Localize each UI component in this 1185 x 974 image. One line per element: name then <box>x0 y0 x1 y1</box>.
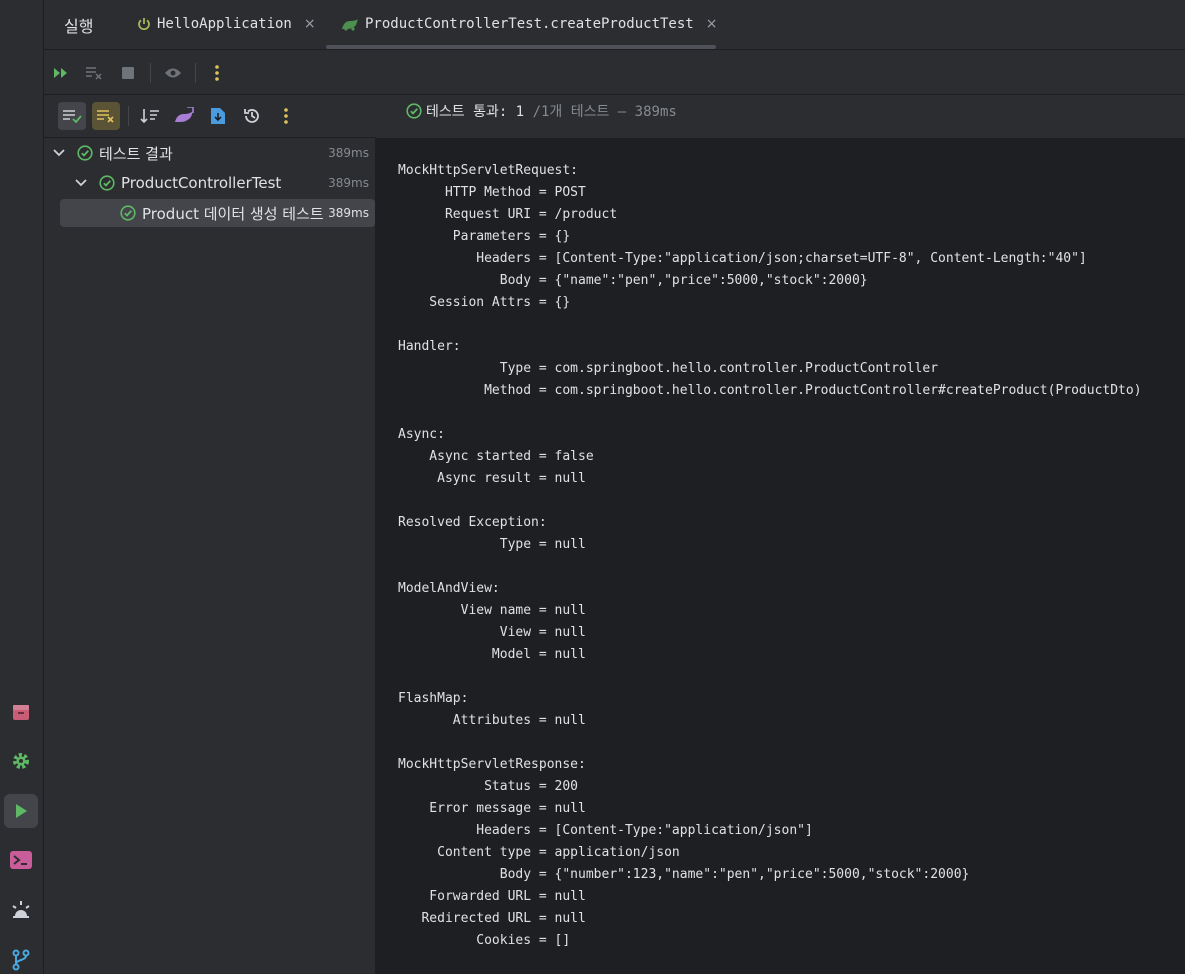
console-line: Handler: <box>398 339 461 354</box>
eye-icon[interactable] <box>161 61 185 85</box>
close-icon[interactable]: × <box>706 16 718 32</box>
console-line: Type = null <box>398 537 586 552</box>
import-tests-icon[interactable] <box>170 102 198 130</box>
show-ignored-icon[interactable] <box>92 102 120 130</box>
console-line: View = null <box>398 625 586 640</box>
tree-node-duration: 389ms <box>328 176 369 190</box>
tree-node-root[interactable]: 테스트 결과 389ms <box>44 139 375 167</box>
more-icon[interactable] <box>205 61 229 85</box>
tab-label: ProductControllerTest.createProductTest <box>365 16 694 32</box>
problems-icon[interactable] <box>4 893 38 927</box>
console-line: Async: <box>398 427 445 442</box>
test-tree-toolbar <box>44 96 376 138</box>
archive-icon[interactable] <box>4 695 38 729</box>
run-toolbar <box>44 51 1185 95</box>
tree-node-label: Product 데이터 생성 테스트 <box>142 204 324 223</box>
console-line: Async started = false <box>398 449 594 464</box>
console-line: Async result = null <box>398 471 586 486</box>
console-line: MockHttpServletResponse: <box>398 757 586 772</box>
console-line: Headers = [Content-Type:"application/jso… <box>398 251 1087 266</box>
test-results-tree: 테스트 결과 389ms ProductControllerTest 389ms… <box>44 138 376 974</box>
tree-node-duration: 389ms <box>328 206 369 220</box>
check-circle-icon <box>120 205 136 221</box>
export-tests-icon[interactable] <box>204 102 232 130</box>
tab-label: HelloApplication <box>157 16 292 32</box>
status-detail: /1개 테스트 – 389ms <box>532 104 677 120</box>
tab-hello-application[interactable]: HelloApplication × <box>137 13 316 35</box>
rerun-failed-icon[interactable] <box>82 61 106 85</box>
git-icon[interactable] <box>4 943 38 974</box>
console-line: ModelAndView: <box>398 581 500 596</box>
tree-node-label: ProductControllerTest <box>121 174 282 192</box>
status-passed-count: 테스트 통과: 1 <box>426 104 525 120</box>
test-status: 테스트 통과: 1 /1개 테스트 – 389ms <box>406 101 677 123</box>
console-line: View name = null <box>398 603 586 618</box>
settings-icon[interactable] <box>4 744 38 778</box>
active-tab-indicator <box>326 45 716 49</box>
chevron-down-icon[interactable] <box>51 146 67 160</box>
console-line: Headers = [Content-Type:"application/jso… <box>398 823 813 838</box>
console-line: Body = {"number":123,"name":"pen","price… <box>398 867 970 882</box>
console-line: Status = 200 <box>398 779 579 794</box>
console-line: Error message = null <box>398 801 586 816</box>
console-line: MockHttpServletRequest: <box>398 163 579 178</box>
power-icon <box>137 17 151 31</box>
tool-window-sidebar <box>0 0 44 974</box>
tree-node-label: 테스트 결과 <box>99 144 173 163</box>
test-runner-icon <box>341 17 359 31</box>
check-circle-icon <box>406 103 422 123</box>
console-line: Method = com.springboot.hello.controller… <box>398 383 1142 398</box>
console-line: Type = com.springboot.hello.controller.P… <box>398 361 939 376</box>
console-output[interactable]: MockHttpServletRequest: HTTP Method = PO… <box>376 138 1185 974</box>
console-line: FlashMap: <box>398 691 469 706</box>
console-line: HTTP Method = POST <box>398 185 586 200</box>
sort-icon[interactable] <box>136 102 164 130</box>
check-circle-icon <box>99 175 115 191</box>
chevron-down-icon[interactable] <box>73 176 89 190</box>
console-line: Request URI = /product <box>398 207 618 222</box>
test-status-bar: 테스트 통과: 1 /1개 테스트 – 389ms <box>376 96 1185 138</box>
more-icon[interactable] <box>272 102 300 130</box>
console-line: Model = null <box>398 647 586 662</box>
toolbar-separator <box>195 63 196 83</box>
tree-node-duration: 389ms <box>328 146 369 160</box>
toolbar-separator <box>128 106 129 126</box>
tree-node-class[interactable]: ProductControllerTest 389ms <box>44 169 375 197</box>
history-icon[interactable] <box>238 102 266 130</box>
rerun-icon[interactable] <box>49 61 73 85</box>
console-line: Session Attrs = {} <box>398 295 571 310</box>
console-line: Parameters = {} <box>398 229 571 244</box>
toolbar-separator <box>150 63 151 83</box>
terminal-icon[interactable] <box>4 843 38 877</box>
console-line: Content type = application/json <box>398 845 680 860</box>
console-line: Redirected URL = null <box>398 911 586 926</box>
run-icon[interactable] <box>4 794 38 828</box>
console-line: Attributes = null <box>398 713 586 728</box>
console-line: Cookies = [] <box>398 933 571 948</box>
console-line: Forwarded URL = null <box>398 889 586 904</box>
run-window-title: 실행 <box>64 17 94 36</box>
tab-product-controller-test[interactable]: ProductControllerTest.createProductTest … <box>341 13 717 35</box>
console-line: Resolved Exception: <box>398 515 547 530</box>
console-line: Body = {"name":"pen","price":5000,"stock… <box>398 273 868 288</box>
stop-icon[interactable] <box>116 61 140 85</box>
check-circle-icon <box>77 145 93 161</box>
show-passed-icon[interactable] <box>58 102 86 130</box>
tree-node-method[interactable]: Product 데이터 생성 테스트 389ms <box>60 199 375 227</box>
close-icon[interactable]: × <box>304 16 316 32</box>
run-tab-bar: 실행 HelloApplication × ProductControllerT… <box>44 0 1185 50</box>
